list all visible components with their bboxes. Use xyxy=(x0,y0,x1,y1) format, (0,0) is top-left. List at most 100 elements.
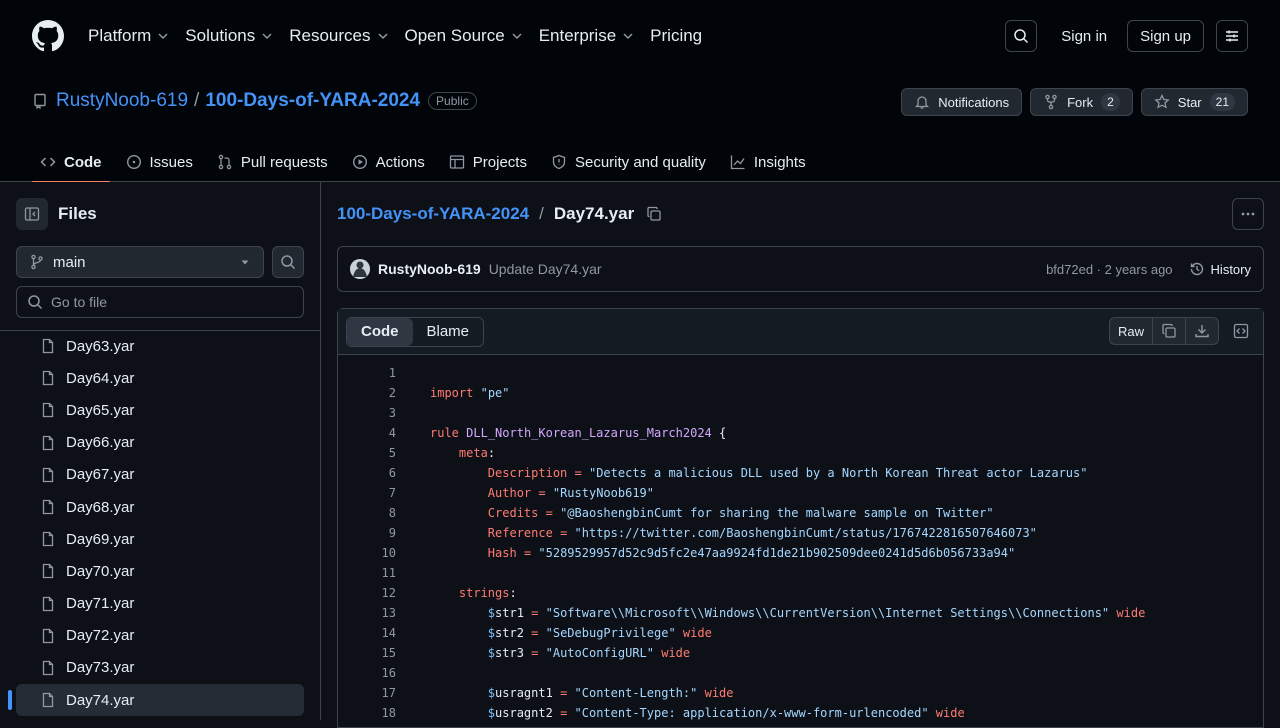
copy-raw-button[interactable] xyxy=(1152,318,1185,344)
branch-selector[interactable]: main xyxy=(16,246,264,278)
repo-name-link[interactable]: 100-Days-of-YARA-2024 xyxy=(205,90,420,112)
nav-platform[interactable]: Platform xyxy=(88,26,169,46)
more-options-button[interactable] xyxy=(1232,198,1264,230)
breadcrumb-repo-link[interactable]: 100-Days-of-YARA-2024 xyxy=(337,204,529,224)
file-tree-item[interactable]: Day68.yar xyxy=(16,491,304,523)
nav-solutions[interactable]: Solutions xyxy=(185,26,273,46)
nav-enterprise[interactable]: Enterprise xyxy=(539,26,634,46)
commit-meta[interactable]: bfd72ed · 2 years ago xyxy=(1046,262,1172,277)
line-number[interactable]: 12 xyxy=(338,586,396,600)
tab-security[interactable]: Security and quality xyxy=(543,142,714,182)
file-icon xyxy=(42,628,54,643)
sign-in-link[interactable]: Sign in xyxy=(1061,28,1107,45)
tab-projects[interactable]: Projects xyxy=(441,142,535,182)
line-content: $str3 = "AutoConfigURL" wide xyxy=(396,646,690,660)
file-icon xyxy=(42,660,54,676)
file-name: Day64.yar xyxy=(66,369,135,387)
line-number[interactable]: 6 xyxy=(338,466,396,480)
search-button[interactable] xyxy=(1005,20,1038,52)
line-number[interactable]: 15 xyxy=(338,646,396,660)
line-number[interactable]: 11 xyxy=(338,566,396,580)
line-number[interactable]: 9 xyxy=(338,526,396,540)
tab-code[interactable]: Code xyxy=(32,142,110,183)
code-line: 11 xyxy=(338,563,1263,583)
issue-icon xyxy=(126,154,141,170)
file-icon xyxy=(42,564,54,579)
tab-issues[interactable]: Issues xyxy=(118,142,201,182)
shield-icon xyxy=(552,154,566,170)
code-line: 2 import "pe" xyxy=(338,383,1263,403)
chevron-down-icon xyxy=(512,33,522,40)
file-name: Day63.yar xyxy=(66,337,135,355)
commit-author[interactable]: RustyNoob-619 xyxy=(378,261,481,277)
repo-icon xyxy=(34,93,46,109)
line-number[interactable]: 10 xyxy=(338,546,396,560)
chevron-down-icon xyxy=(262,33,272,40)
go-to-file-input[interactable]: Go to file xyxy=(16,286,304,318)
line-number[interactable]: 8 xyxy=(338,506,396,520)
file-tree-item[interactable]: Day71.yar xyxy=(16,588,304,620)
github-logo-icon[interactable] xyxy=(32,20,64,52)
blame-view-tab[interactable]: Blame xyxy=(413,318,484,346)
raw-actions-group: Raw xyxy=(1108,317,1219,345)
line-number[interactable]: 13 xyxy=(338,606,396,620)
line-number[interactable]: 4 xyxy=(338,426,396,440)
nav-pricing[interactable]: Pricing xyxy=(650,26,702,46)
collapse-sidebar-button[interactable] xyxy=(16,198,48,230)
notifications-button[interactable]: Notifications xyxy=(901,88,1023,116)
menu-button[interactable] xyxy=(1216,20,1248,52)
sign-up-button[interactable]: Sign up xyxy=(1127,20,1204,52)
history-button[interactable]: History xyxy=(1189,261,1251,277)
file-tree-item[interactable]: Day74.yar xyxy=(8,684,304,717)
file-tree-item[interactable]: Day65.yar xyxy=(16,394,304,426)
line-number[interactable]: 3 xyxy=(338,406,396,420)
star-button[interactable]: Star 21 xyxy=(1140,88,1248,116)
tab-insights[interactable]: Insights xyxy=(722,142,814,182)
nav-open-source[interactable]: Open Source xyxy=(405,26,523,46)
tab-pull-requests[interactable]: Pull requests xyxy=(209,142,336,182)
code-view-tab[interactable]: Code xyxy=(347,317,413,346)
line-content: import "pe" xyxy=(396,386,510,400)
tab-actions[interactable]: Actions xyxy=(344,142,433,182)
raw-button[interactable]: Raw xyxy=(1110,318,1152,344)
chevron-down-icon xyxy=(158,33,168,40)
kebab-horizontal-icon xyxy=(1241,212,1255,216)
line-number[interactable]: 17 xyxy=(338,686,396,700)
file-tree-item[interactable]: Day69.yar xyxy=(16,523,304,555)
line-content: Reference = "https://twitter.com/Baoshen… xyxy=(396,526,1037,540)
fork-button[interactable]: Fork 2 xyxy=(1030,88,1133,116)
commit-message[interactable]: Update Day74.yar xyxy=(489,261,602,277)
repo-owner-link[interactable]: RustyNoob-619 xyxy=(56,90,188,112)
code-token: wide xyxy=(1116,606,1146,620)
file-tree-item[interactable]: Day72.yar xyxy=(16,620,304,652)
chevron-down-icon xyxy=(377,33,388,40)
line-number[interactable]: 14 xyxy=(338,626,396,640)
line-number[interactable]: 7 xyxy=(338,486,396,500)
copy-icon[interactable] xyxy=(646,206,662,222)
repo-title: RustyNoob-619 / 100-Days-of-YARA-2024 Pu… xyxy=(32,90,477,112)
file-tree-item[interactable]: Day70.yar xyxy=(16,555,304,587)
search-files-button[interactable] xyxy=(272,246,304,278)
code-line: 12 strings: xyxy=(338,583,1263,603)
star-count: 21 xyxy=(1209,93,1235,111)
line-number[interactable]: 18 xyxy=(338,706,396,720)
symbols-panel-button[interactable] xyxy=(1227,317,1255,345)
download-raw-button[interactable] xyxy=(1185,318,1218,344)
line-number[interactable]: 1 xyxy=(338,366,396,380)
line-number[interactable]: 2 xyxy=(338,386,396,400)
avatar[interactable] xyxy=(350,259,370,279)
code-token: "@BaoshengbinCumt for sharing the malwar… xyxy=(560,506,994,520)
line-number[interactable]: 5 xyxy=(338,446,396,460)
file-tree-item[interactable]: Day66.yar xyxy=(16,427,304,459)
file-tree-item[interactable]: Day67.yar xyxy=(16,459,304,491)
file-tree-item[interactable]: Day64.yar xyxy=(16,362,304,394)
bell-icon xyxy=(915,96,930,109)
file-tree-item[interactable]: Day63.yar xyxy=(16,330,304,362)
file-name: Day71.yar xyxy=(66,595,135,613)
code-line: 17 $usragnt1 = "Content-Length:" wide xyxy=(338,683,1263,703)
nav-resources[interactable]: Resources xyxy=(289,26,388,46)
line-number[interactable]: 16 xyxy=(338,666,396,680)
file-tree-item[interactable]: Day73.yar xyxy=(16,652,304,684)
